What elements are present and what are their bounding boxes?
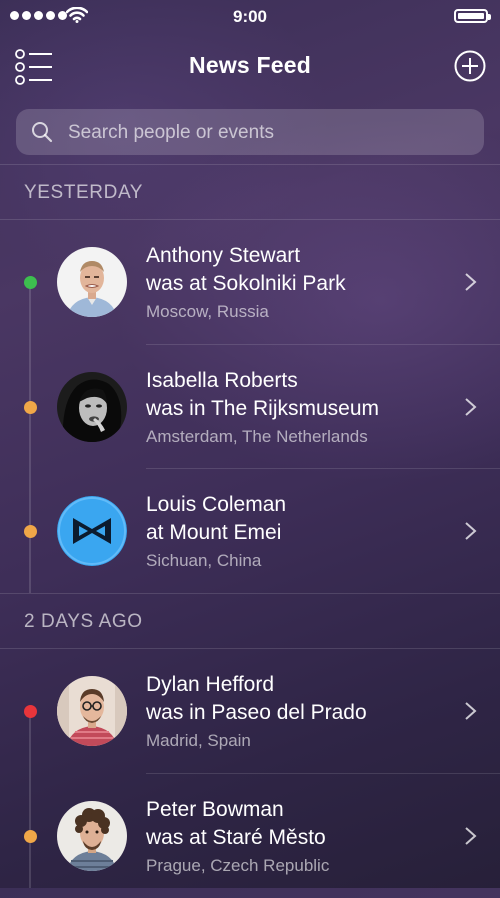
status-dot-busy: [24, 705, 37, 718]
status-dot-away: [24, 401, 37, 414]
feed-item[interactable]: Louis Coleman at Mount Emei Sichuan, Chi…: [0, 469, 500, 593]
feed-item[interactable]: Anthony Stewart was at Sokolniki Park Mo…: [0, 220, 500, 344]
event-text: was in Paseo del Prado: [146, 701, 367, 724]
divider: [0, 164, 500, 165]
status-bar: 9:00: [0, 0, 500, 34]
section-header-2-days-ago: 2 DAYS AGO: [24, 611, 143, 632]
chevron-right-icon[interactable]: [464, 397, 478, 417]
avatar: [57, 801, 127, 871]
status-dot-away: [24, 830, 37, 843]
search-input[interactable]: [66, 109, 470, 157]
location-text: Amsterdam, The Netherlands: [146, 427, 368, 446]
person-name: Isabella Roberts: [146, 369, 298, 392]
person-name: Louis Coleman: [146, 493, 287, 516]
page-title: News Feed: [189, 52, 311, 78]
nav-bar: News Feed: [0, 34, 500, 98]
feed-item[interactable]: Peter Bowman was at Staré Město Prague, …: [0, 774, 500, 898]
chevron-right-icon[interactable]: [464, 826, 478, 846]
location-text: Sichuan, China: [146, 551, 262, 570]
battery-icon: [454, 9, 491, 23]
avatar: [57, 247, 127, 317]
feed-item[interactable]: Isabella Roberts was in The Rijksmuseum …: [0, 345, 500, 469]
avatar: [57, 372, 127, 442]
section-header-yesterday: YESTERDAY: [24, 182, 144, 203]
add-icon[interactable]: [454, 50, 486, 82]
logo-avatar: [57, 496, 127, 566]
search-icon: [32, 122, 53, 143]
status-dot-online: [24, 276, 37, 289]
event-text: was at Sokolniki Park: [146, 272, 346, 295]
event-text: at Mount Emei: [146, 521, 282, 544]
person-name: Dylan Hefford: [146, 673, 275, 696]
status-time: 9:00: [232, 7, 268, 26]
chevron-right-icon[interactable]: [464, 272, 478, 292]
person-name: Anthony Stewart: [146, 244, 301, 267]
location-text: Moscow, Russia: [146, 302, 269, 321]
divider: [0, 593, 500, 594]
event-text: was at Staré Město: [146, 826, 326, 849]
chevron-right-icon[interactable]: [464, 701, 478, 721]
location-text: Madrid, Spain: [146, 731, 251, 750]
event-text: was in The Rijksmuseum: [146, 397, 380, 420]
person-name: Peter Bowman: [146, 798, 284, 821]
search-bar[interactable]: [16, 109, 484, 157]
location-text: Prague, Czech Republic: [146, 856, 330, 875]
avatar: [57, 676, 127, 746]
feed-item[interactable]: Dylan Hefford was in Paseo del Prado Mad…: [0, 649, 500, 773]
chevron-right-icon[interactable]: [464, 521, 478, 541]
status-dot-away: [24, 525, 37, 538]
